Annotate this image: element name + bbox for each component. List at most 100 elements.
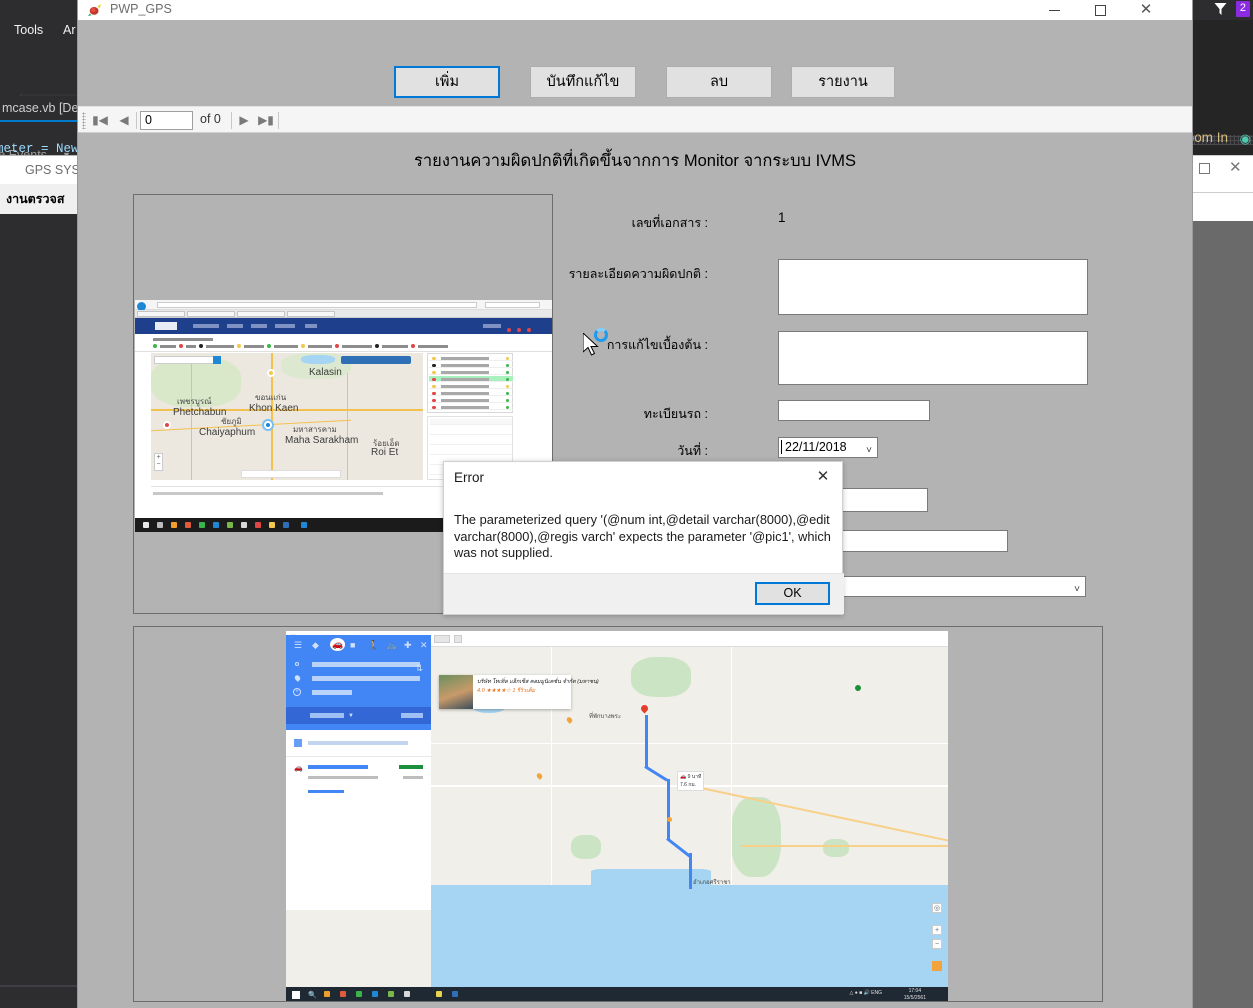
title-bar[interactable]: PWP_GPS ✕ bbox=[78, 0, 1192, 20]
bus-icon[interactable]: ■ bbox=[350, 640, 355, 650]
place-card[interactable]: บริษัท โทเทิ่ล แอ็กเซ็ส คอมมูนิเคชั่น จำ… bbox=[439, 675, 571, 709]
previous-record-icon[interactable]: ◀ bbox=[114, 111, 134, 130]
picture-padding-left bbox=[134, 631, 286, 1002]
next-record-icon[interactable]: ▶ bbox=[234, 111, 254, 130]
place-name: บริษัท โทเทิ่ล แอ็กเซ็ส คอมมูนิเคชั่น จำ… bbox=[477, 678, 599, 686]
gps-system-window[interactable]: GPS SYST งานตรวจส bbox=[0, 155, 82, 213]
hidden-text-input[interactable] bbox=[840, 530, 1008, 552]
close-icon[interactable]: ✕ bbox=[420, 640, 428, 651]
add-button[interactable]: เพิ่ม bbox=[394, 66, 500, 98]
add-stop-icon[interactable]: + bbox=[293, 688, 301, 696]
ok-button[interactable]: OK bbox=[755, 582, 830, 605]
record-position-input[interactable]: 0 bbox=[140, 111, 193, 130]
swap-icon[interactable]: ⇅ bbox=[415, 663, 423, 674]
search-icon[interactable]: 🔍 bbox=[308, 991, 317, 999]
add-destination-label bbox=[312, 690, 352, 695]
clock: 17:04 15/5/2561 bbox=[904, 988, 926, 1002]
background-window-strip bbox=[1190, 193, 1253, 221]
poi-marker bbox=[536, 772, 544, 780]
globe-icon: ◉ bbox=[1240, 131, 1251, 147]
date-picker[interactable]: 22/11/2018 ˅ bbox=[778, 437, 878, 458]
hidden-button-field[interactable] bbox=[840, 488, 928, 512]
map-label: Roi Et bbox=[371, 447, 398, 458]
flight-icon[interactable]: ✚ bbox=[404, 640, 412, 651]
detail-label: รายละเอียดความผิดปกติ : bbox=[528, 264, 708, 284]
fix-input[interactable] bbox=[778, 331, 1088, 385]
gps-window-title: GPS SYST bbox=[0, 156, 82, 184]
fix-label: การแก้ไขเบื้องต้น : bbox=[548, 335, 708, 355]
ivms-nav-bar bbox=[135, 318, 553, 334]
route-options-bar: ▼ bbox=[286, 707, 431, 724]
minimize-button[interactable] bbox=[1031, 0, 1077, 20]
detail-input[interactable] bbox=[778, 259, 1088, 315]
transit-icon[interactable]: ◆ bbox=[312, 640, 319, 651]
dialog-title: Error bbox=[454, 470, 484, 485]
my-location-button[interactable]: ◎ bbox=[932, 903, 942, 913]
map-picture-box[interactable]: ☰ ☰ ◆ 🚗 ■ 🚶 🚲 ✚ ✕ bbox=[133, 626, 1103, 1002]
route-details-link[interactable] bbox=[308, 790, 344, 793]
vs-left-dark-area bbox=[0, 213, 78, 1008]
plate-label: ทะเบียนรถ : bbox=[578, 404, 708, 424]
directions-results: 🚗 bbox=[286, 730, 431, 910]
vs-menu-tools[interactable]: Tools bbox=[14, 23, 43, 37]
tray-icons: △ ● ■ 🔊 ENG bbox=[849, 990, 882, 996]
dialog-footer: OK bbox=[444, 573, 844, 614]
close-button[interactable]: ✕ bbox=[1123, 0, 1169, 20]
address-bar bbox=[157, 302, 477, 308]
chevron-down-icon[interactable]: ˅ bbox=[1074, 581, 1080, 599]
start-icon[interactable] bbox=[292, 991, 300, 999]
driving-icon[interactable]: 🚗 bbox=[330, 638, 345, 651]
zoom-out-button[interactable]: − bbox=[932, 939, 942, 949]
ivms-copyright bbox=[153, 492, 383, 495]
maximize-icon[interactable] bbox=[1199, 163, 1210, 174]
map-label: Maha Sarakham bbox=[285, 435, 358, 446]
menu-icon[interactable]: ☰ bbox=[294, 640, 302, 651]
map-search-input bbox=[154, 356, 220, 364]
destination-icon bbox=[294, 674, 302, 682]
close-icon[interactable]: ✕ bbox=[1229, 158, 1242, 176]
chevron-down-icon[interactable]: ▼ bbox=[348, 713, 354, 719]
options-link[interactable] bbox=[401, 713, 423, 718]
map-label: Chaiyaphum bbox=[199, 427, 255, 438]
ivms-vehicle-list bbox=[427, 353, 513, 413]
map-marker bbox=[163, 421, 171, 429]
first-record-icon[interactable]: ▮◀ bbox=[90, 111, 110, 130]
save-edit-button[interactable]: บันทึกแก้ไข bbox=[530, 66, 636, 98]
chevron-down-icon[interactable]: ˅ bbox=[866, 442, 872, 460]
directions-panel: ☰ ◆ 🚗 ■ 🚶 🚲 ✚ ✕ + ⇅ bbox=[286, 635, 431, 730]
pegman-button[interactable] bbox=[932, 961, 942, 971]
walking-icon[interactable]: 🚶 bbox=[368, 640, 379, 651]
error-dialog: Error ✕ The parameterized query '(@num i… bbox=[443, 461, 843, 615]
plate-input[interactable] bbox=[778, 400, 930, 421]
map-marker-selected bbox=[264, 421, 272, 429]
close-icon[interactable]: ✕ bbox=[808, 464, 838, 490]
ivms-map: Kalasin ขอนแก่น Khon Kaen เพชรบูรณ์ Phet… bbox=[151, 353, 423, 480]
navigator-grip[interactable] bbox=[82, 112, 86, 129]
cycling-icon[interactable]: 🚲 bbox=[386, 640, 397, 651]
travel-mode-icons: ☰ ◆ 🚗 ■ 🚶 🚲 ✚ ✕ bbox=[286, 635, 431, 655]
vs-menu-architecture[interactable]: Ar bbox=[63, 23, 76, 37]
report-button[interactable]: รายงาน bbox=[791, 66, 895, 98]
zoom-controls: +− bbox=[154, 453, 163, 471]
place-rating: 4.0 ★★★★☆ 1 รีวิวเต็ม bbox=[477, 687, 535, 695]
rose-icon bbox=[88, 3, 102, 17]
funnel-icon[interactable] bbox=[1214, 2, 1227, 16]
poi-marker bbox=[566, 716, 574, 724]
maximize-button[interactable] bbox=[1077, 0, 1123, 20]
delete-button[interactable]: ลบ bbox=[666, 66, 772, 98]
ivms-logo bbox=[155, 322, 177, 330]
map-marker bbox=[267, 369, 275, 377]
poi-marker bbox=[855, 685, 861, 691]
browser-tab bbox=[137, 311, 185, 317]
place-photo bbox=[439, 675, 473, 709]
zoom-in-button[interactable]: + bbox=[932, 925, 942, 935]
origin-field bbox=[312, 662, 420, 667]
map-label: Khon Kaen bbox=[249, 403, 299, 414]
browser-tab bbox=[187, 311, 235, 317]
route-subtitle bbox=[308, 776, 378, 779]
category-combo[interactable]: ˅ bbox=[840, 576, 1086, 597]
text-caret bbox=[781, 440, 782, 454]
binding-navigator: ▮◀ ◀ 0 of 0 ▶ ▶▮ bbox=[78, 106, 1192, 133]
last-record-icon[interactable]: ▶▮ bbox=[256, 111, 276, 130]
origin-icon bbox=[295, 662, 299, 666]
